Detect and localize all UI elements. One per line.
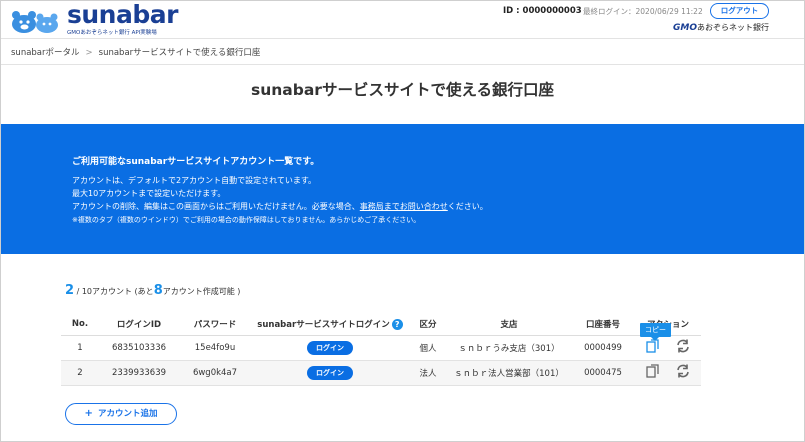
info-line-3: アカウントの削除、編集はこの画面からはご利用いただけません。必要な場合、事務局ま… xyxy=(72,201,488,212)
cell-login-id: 6835103336 xyxy=(99,335,179,361)
account-count-max: / 10アカウント (あと xyxy=(76,287,154,296)
col-header-type: 区分 xyxy=(409,314,447,336)
account-count: 2 / 10アカウント (あと8アカウント作成可能 ) xyxy=(65,283,240,298)
add-account-button[interactable]: + アカウント追加 xyxy=(65,403,177,425)
col-header-branch: 支店 xyxy=(447,314,571,336)
col-header-no: No. xyxy=(61,314,99,336)
add-account-label: アカウント追加 xyxy=(97,409,158,419)
table-header-row: No. ログインID パスワード sunabarサービスサイトログイン? 区分 … xyxy=(61,314,701,336)
col-header-password: パスワード xyxy=(179,314,251,336)
accounts-table: No. ログインID パスワード sunabarサービスサイトログイン? 区分 … xyxy=(61,314,701,386)
bank-logo-gmo: GMO xyxy=(673,23,697,33)
account-count-suffix: アカウント作成可能 ) xyxy=(162,287,241,296)
account-count-remaining: 8 xyxy=(153,283,163,298)
table-row: 1 6835103336 15e4fo9u ログイン 個人 ｓｎｂｒうみ支店（3… xyxy=(61,335,701,361)
cell-password: 6wg0k4a7 xyxy=(179,360,251,386)
cell-action xyxy=(635,360,701,386)
logo-sub-sandbox: API実験場 xyxy=(131,30,157,36)
bear-mascot-icon xyxy=(12,11,58,33)
contact-office-link[interactable]: 事務局までお問い合わせ xyxy=(360,202,448,211)
bank-logo[interactable]: GMOあおぞらネット銀行 xyxy=(673,22,769,33)
col-header-site-login-label: sunabarサービスサイトログイン xyxy=(257,320,390,331)
page-title: sunabarサービスサイトで使える銀行口座 xyxy=(251,81,554,99)
plus-icon: + xyxy=(84,408,93,419)
info-line-3-text: アカウントの削除、編集はこの画面からはご利用いただけません。必要な場合、 xyxy=(72,202,360,211)
breadcrumb-separator: > xyxy=(85,48,93,58)
site-login-button[interactable]: ログイン xyxy=(307,365,353,380)
cell-site-login: ログイン xyxy=(251,360,409,386)
sunabar-logo[interactable]: sunabar GMOあおぞらネット銀行 API実験場 xyxy=(11,1,178,37)
header: sunabar GMOあおぞらネット銀行 API実験場 ID : 0000000… xyxy=(1,1,804,39)
last-login: 最終ログイン：2020/06/29 11:22 xyxy=(583,7,703,16)
table-row: 2 2339933639 6wg0k4a7 ログイン 法人 ｓｎｂｒ法人営業部（… xyxy=(61,360,701,386)
cell-login-id: 2339933639 xyxy=(99,360,179,386)
info-line-2: 最大10アカウントまで設定いただけます。 xyxy=(72,189,226,198)
breadcrumb: sunabarポータル > sunabarサービスサイトで使える銀行口座 xyxy=(11,46,260,58)
logo-wordmark: sunabar xyxy=(67,0,178,29)
page: sunabar GMOあおぞらネット銀行 API実験場 ID : 0000000… xyxy=(0,0,805,442)
bank-logo-text: あおぞらネット銀行 xyxy=(697,23,769,32)
breadcrumb-home[interactable]: sunabarポータル xyxy=(11,48,80,58)
col-header-account-no: 口座番号 xyxy=(571,314,635,336)
account-count-current: 2 xyxy=(65,283,75,298)
cell-site-login: ログイン xyxy=(251,335,409,361)
refresh-icon[interactable] xyxy=(675,338,691,354)
cell-password: 15e4fo9u xyxy=(179,335,251,361)
cell-account-no: 0000475 xyxy=(571,360,635,386)
breadcrumb-divider xyxy=(1,64,804,65)
info-line-1: アカウントは、デフォルトで2アカウント自動で設定されています。 xyxy=(72,176,317,185)
col-header-login-id: ログインID xyxy=(99,314,179,336)
cell-branch: ｓｎｂｒうみ支店（301） xyxy=(447,335,571,361)
cell-account-no: 0000499 xyxy=(571,335,635,361)
info-band-title: ご利用可能なsunabarサービスサイトアカウント一覧です。 xyxy=(72,157,320,167)
refresh-icon[interactable] xyxy=(675,363,691,379)
user-id: ID : 0000000003 xyxy=(503,6,582,16)
logout-button[interactable]: ログアウト xyxy=(710,3,769,19)
info-band: ご利用可能なsunabarサービスサイトアカウント一覧です。 アカウントは、デフ… xyxy=(1,124,804,254)
cell-no: 2 xyxy=(61,360,99,386)
logo-subtitle: GMOあおぞらネット銀行 API実験場 xyxy=(67,28,157,36)
copy-tooltip: コピー xyxy=(640,323,671,341)
info-line-4: ※複数のタブ（複数のウインドウ）でご利用の場合の動作保障はしておりません。あらか… xyxy=(72,216,421,224)
site-login-button[interactable]: ログイン xyxy=(307,340,353,355)
help-icon[interactable]: ? xyxy=(391,319,403,331)
logo-sub-bank: GMOあおぞらネット銀行 xyxy=(67,30,130,36)
header-divider xyxy=(1,38,804,39)
cell-action xyxy=(635,335,701,361)
cell-type: 法人 xyxy=(409,360,447,386)
cell-branch: ｓｎｂｒ法人営業部（101） xyxy=(447,360,571,386)
col-header-site-login: sunabarサービスサイトログイン? xyxy=(251,314,409,336)
cell-no: 1 xyxy=(61,335,99,361)
copy-icon[interactable] xyxy=(645,363,661,379)
cell-type: 個人 xyxy=(409,335,447,361)
breadcrumb-current: sunabarサービスサイトで使える銀行口座 xyxy=(98,48,261,58)
info-line-3-suffix: ください。 xyxy=(447,202,488,211)
